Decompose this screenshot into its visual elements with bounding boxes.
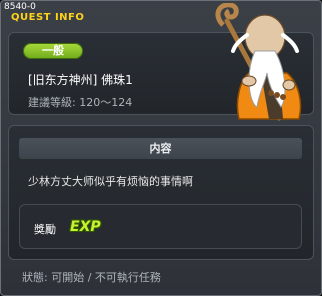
quest-recommended-level: 建議等級: 120～124 <box>28 96 133 109</box>
quest-id-label: 8540-0 <box>4 2 36 12</box>
exp-icon: EXP <box>70 219 101 235</box>
quest-status: 狀態: 可開始 / 不可執行任務 <box>22 271 161 284</box>
npc-monk-portrait <box>215 3 302 121</box>
reward-box: 獎勵 EXP <box>19 204 302 249</box>
quest-description: 少林方丈大师似乎有烦恼的事情啊 <box>28 175 193 188</box>
window-title: QUEST INFO <box>11 12 85 23</box>
content-section-header: 内容 <box>19 138 302 159</box>
quest-info-window: 8540-0 QUEST INFO 一般 [旧东方神州] 佛珠1 建議等級: 1… <box>0 0 322 296</box>
quest-category-badge: 一般 <box>23 43 83 59</box>
quest-name: [旧东方神州] 佛珠1 <box>28 73 133 87</box>
reward-label: 獎勵 <box>34 223 56 236</box>
